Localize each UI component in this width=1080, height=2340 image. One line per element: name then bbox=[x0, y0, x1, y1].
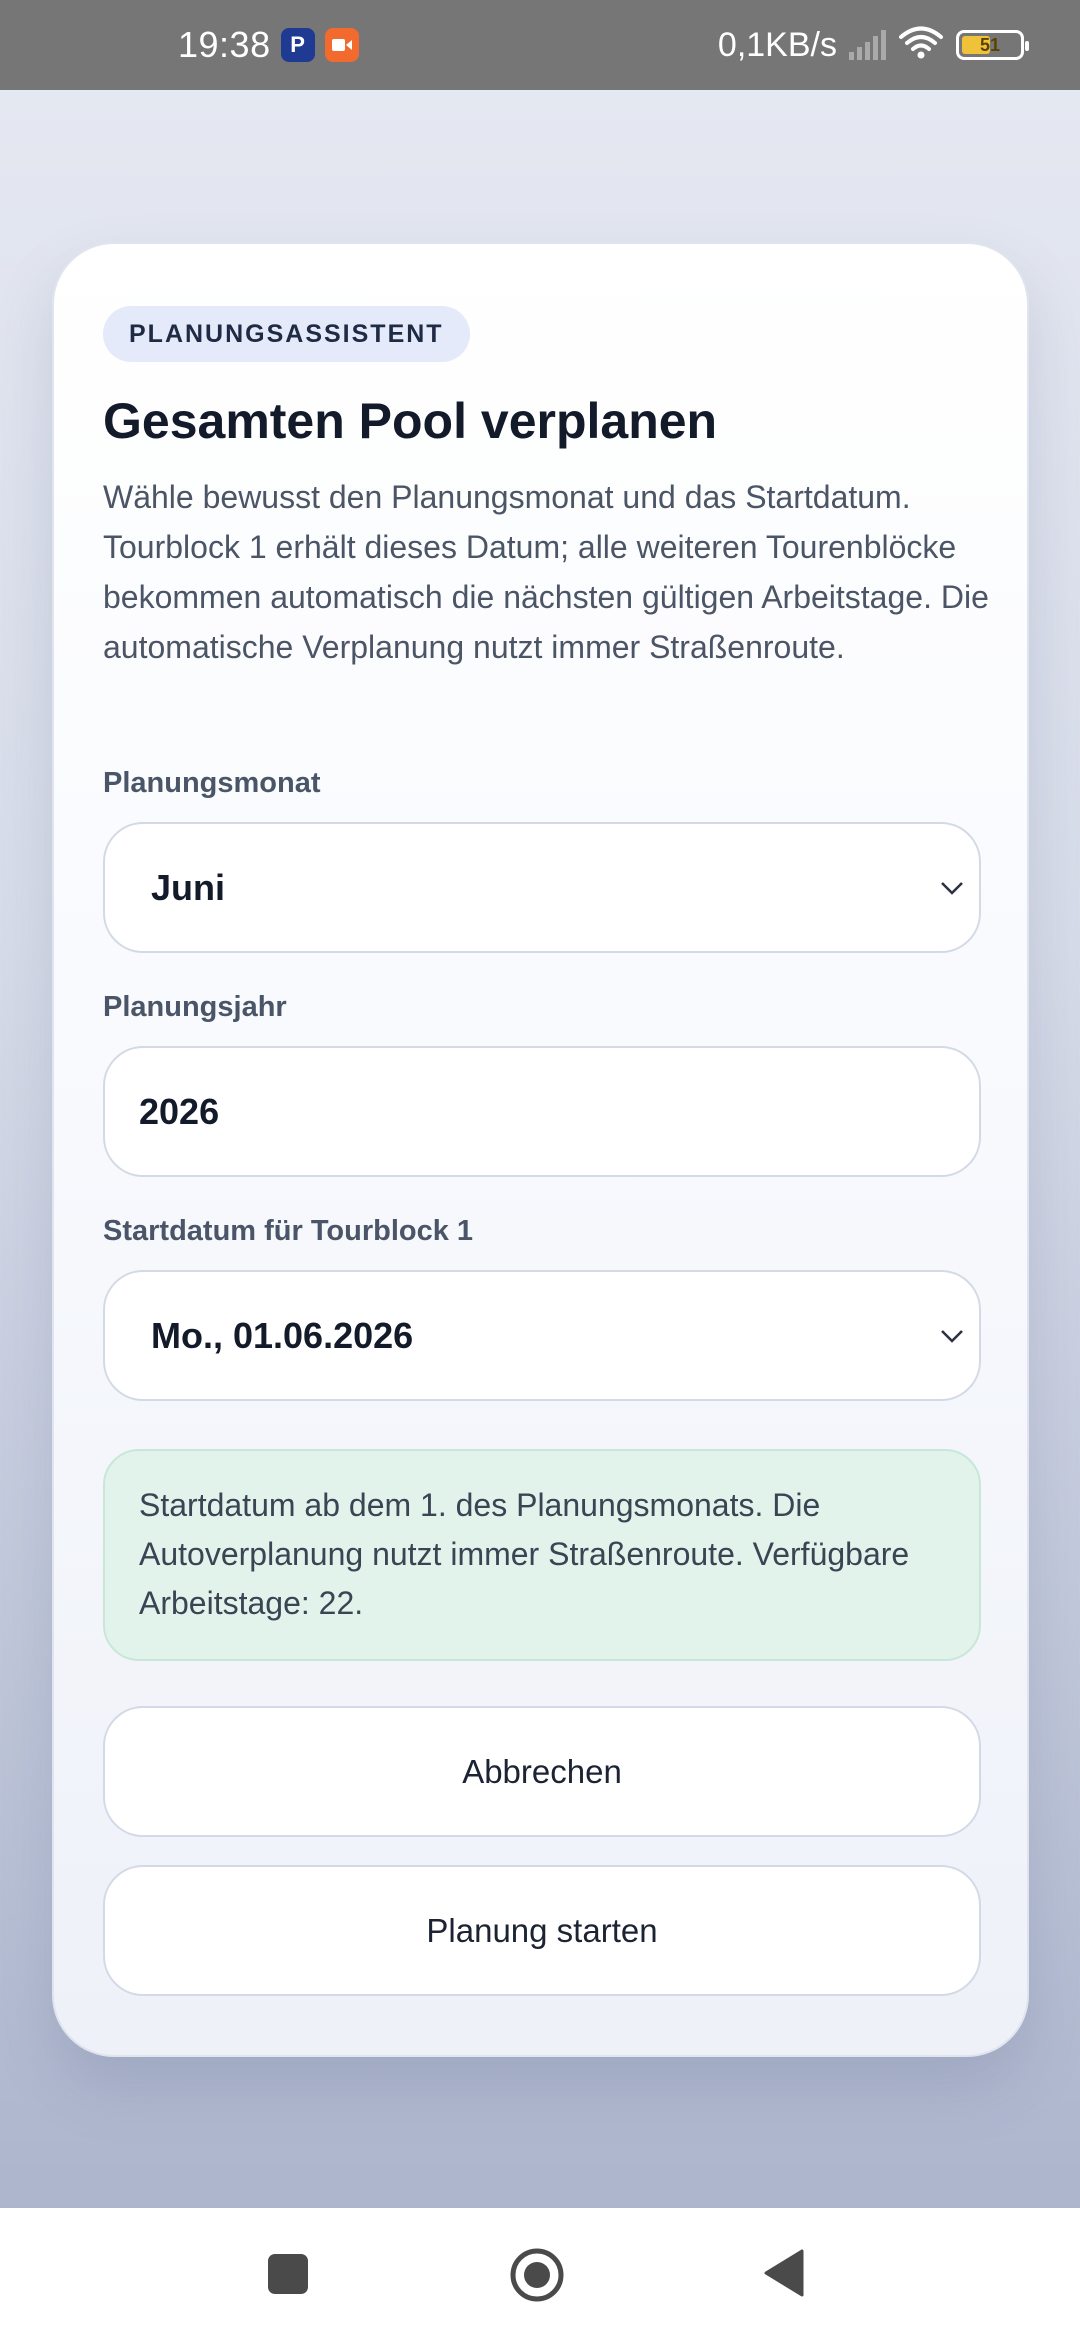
net-speed: 0,1KB/s bbox=[717, 25, 837, 64]
chevron-down-icon bbox=[941, 881, 963, 895]
year-label: Planungsjahr bbox=[103, 991, 287, 1023]
battery-icon: 51 bbox=[956, 30, 1029, 60]
year-input[interactable]: 2026 bbox=[103, 1046, 981, 1177]
year-value: 2026 bbox=[139, 1090, 220, 1132]
home-button[interactable] bbox=[508, 2246, 566, 2309]
circle-icon bbox=[510, 2248, 564, 2302]
wifi-icon bbox=[898, 26, 944, 65]
back-button[interactable] bbox=[762, 2248, 806, 2303]
back-triangle-icon bbox=[764, 2249, 804, 2297]
square-icon bbox=[268, 2254, 308, 2294]
start-date-label: Startdatum für Tourblock 1 bbox=[103, 1215, 474, 1247]
status-bar: 19:38 P 0,1KB/s 51 bbox=[0, 0, 1080, 90]
recents-button[interactable] bbox=[266, 2252, 310, 2301]
chevron-down-icon bbox=[941, 1329, 963, 1343]
signal-icon bbox=[849, 30, 886, 60]
battery-level: 51 bbox=[979, 34, 1001, 55]
month-value: Juni bbox=[151, 866, 226, 908]
dialog-description: Wähle bewusst den Planungsmonat und das … bbox=[103, 479, 989, 665]
paypal-icon: P bbox=[280, 28, 315, 62]
cancel-button[interactable]: Abbrechen bbox=[103, 1706, 981, 1837]
month-select[interactable]: Juni bbox=[103, 822, 981, 953]
start-planning-button[interactable]: Planung starten bbox=[103, 1865, 981, 1996]
info-box: Startdatum ab dem 1. des Planungsmonats.… bbox=[103, 1449, 981, 1661]
start-date-value: Mo., 01.06.2026 bbox=[151, 1314, 414, 1356]
status-time: 19:38 bbox=[178, 24, 271, 65]
planning-dialog: PLANUNGSASSISTENT Gesamten Pool verplane… bbox=[52, 242, 1029, 2057]
navigation-bar bbox=[0, 2208, 1080, 2340]
month-label: Planungsmonat bbox=[103, 767, 321, 799]
assistant-badge: PLANUNGSASSISTENT bbox=[103, 306, 470, 362]
recorder-icon bbox=[324, 28, 359, 62]
start-date-select[interactable]: Mo., 01.06.2026 bbox=[103, 1270, 981, 1401]
dialog-title: Gesamten Pool verplanen bbox=[103, 393, 718, 449]
